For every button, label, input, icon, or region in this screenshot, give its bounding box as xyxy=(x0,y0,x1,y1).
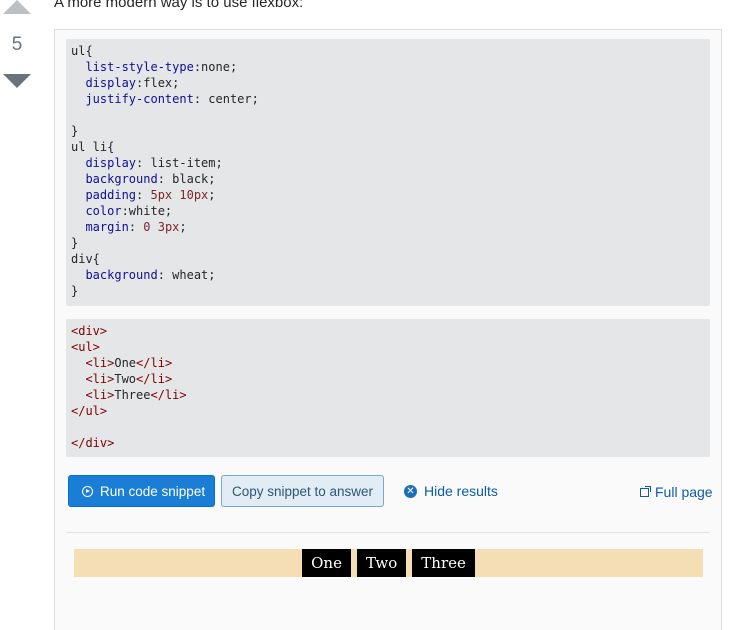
html-code-line: <div> xyxy=(71,324,108,338)
copy-button-label: Copy snippet to answer xyxy=(231,483,374,499)
css-code-line: } xyxy=(71,124,79,138)
html-code-line: <li>Two</li> xyxy=(85,372,173,386)
css-code-line: } xyxy=(71,236,79,250)
answer-intro: A more modern way is to use flexbox: xyxy=(54,0,304,11)
full-page-label: Full page xyxy=(655,484,713,500)
play-icon xyxy=(82,485,93,497)
css-code-line: list-style-type:none; xyxy=(85,60,238,74)
html-code-block: <div> <ul> <li>One</li> <li>Two</li> <li… xyxy=(66,319,710,457)
close-circle-icon: ✕ xyxy=(404,484,417,498)
css-code-line: ul li{ xyxy=(71,140,115,154)
full-page-link[interactable]: Full page xyxy=(640,484,713,500)
css-code-line: div{ xyxy=(71,252,100,266)
html-code-line: <ul> xyxy=(71,340,100,354)
snippet-result: One Two Three xyxy=(74,549,703,577)
hide-results-label: Hide results xyxy=(424,483,498,499)
run-code-snippet-button[interactable]: Run code snippet xyxy=(68,475,215,507)
css-code-line: padding: 5px 10px; xyxy=(85,188,216,202)
vote-cell: 5 xyxy=(0,0,34,100)
result-list-item: Three xyxy=(412,549,475,577)
css-code-line: background: black; xyxy=(85,172,216,186)
result-list-item: Two xyxy=(356,549,407,577)
results-divider xyxy=(66,532,710,533)
html-code-line: <li>Three</li> xyxy=(85,388,187,402)
copy-snippet-button[interactable]: Copy snippet to answer xyxy=(221,475,384,507)
html-code-line: <li>One</li> xyxy=(85,356,173,370)
css-code-block: ul{ list-style-type:none; display:flex; … xyxy=(66,39,710,306)
result-list: One Two Three xyxy=(74,549,703,577)
vote-score: 5 xyxy=(11,34,23,55)
result-list-item: One xyxy=(302,549,351,577)
run-button-label: Run code snippet xyxy=(100,483,206,499)
external-link-icon xyxy=(640,485,651,497)
html-code-line: </ul> xyxy=(71,404,108,418)
css-code-line: background: wheat; xyxy=(85,268,216,282)
css-code-line: display:flex; xyxy=(85,76,180,90)
downvote-icon[interactable] xyxy=(3,74,31,88)
html-code-line: </div> xyxy=(71,436,115,450)
upvote-icon[interactable] xyxy=(3,0,31,14)
css-code-line: ul{ xyxy=(71,44,93,58)
css-code-line: color:white; xyxy=(85,204,173,218)
css-code-line: } xyxy=(71,284,79,298)
css-code-line: justify-content: center; xyxy=(85,92,259,106)
hide-results-link[interactable]: ✕ Hide results xyxy=(404,483,498,499)
css-code-line: display: list-item; xyxy=(85,156,223,170)
css-code-line: margin: 0 3px; xyxy=(85,220,187,234)
